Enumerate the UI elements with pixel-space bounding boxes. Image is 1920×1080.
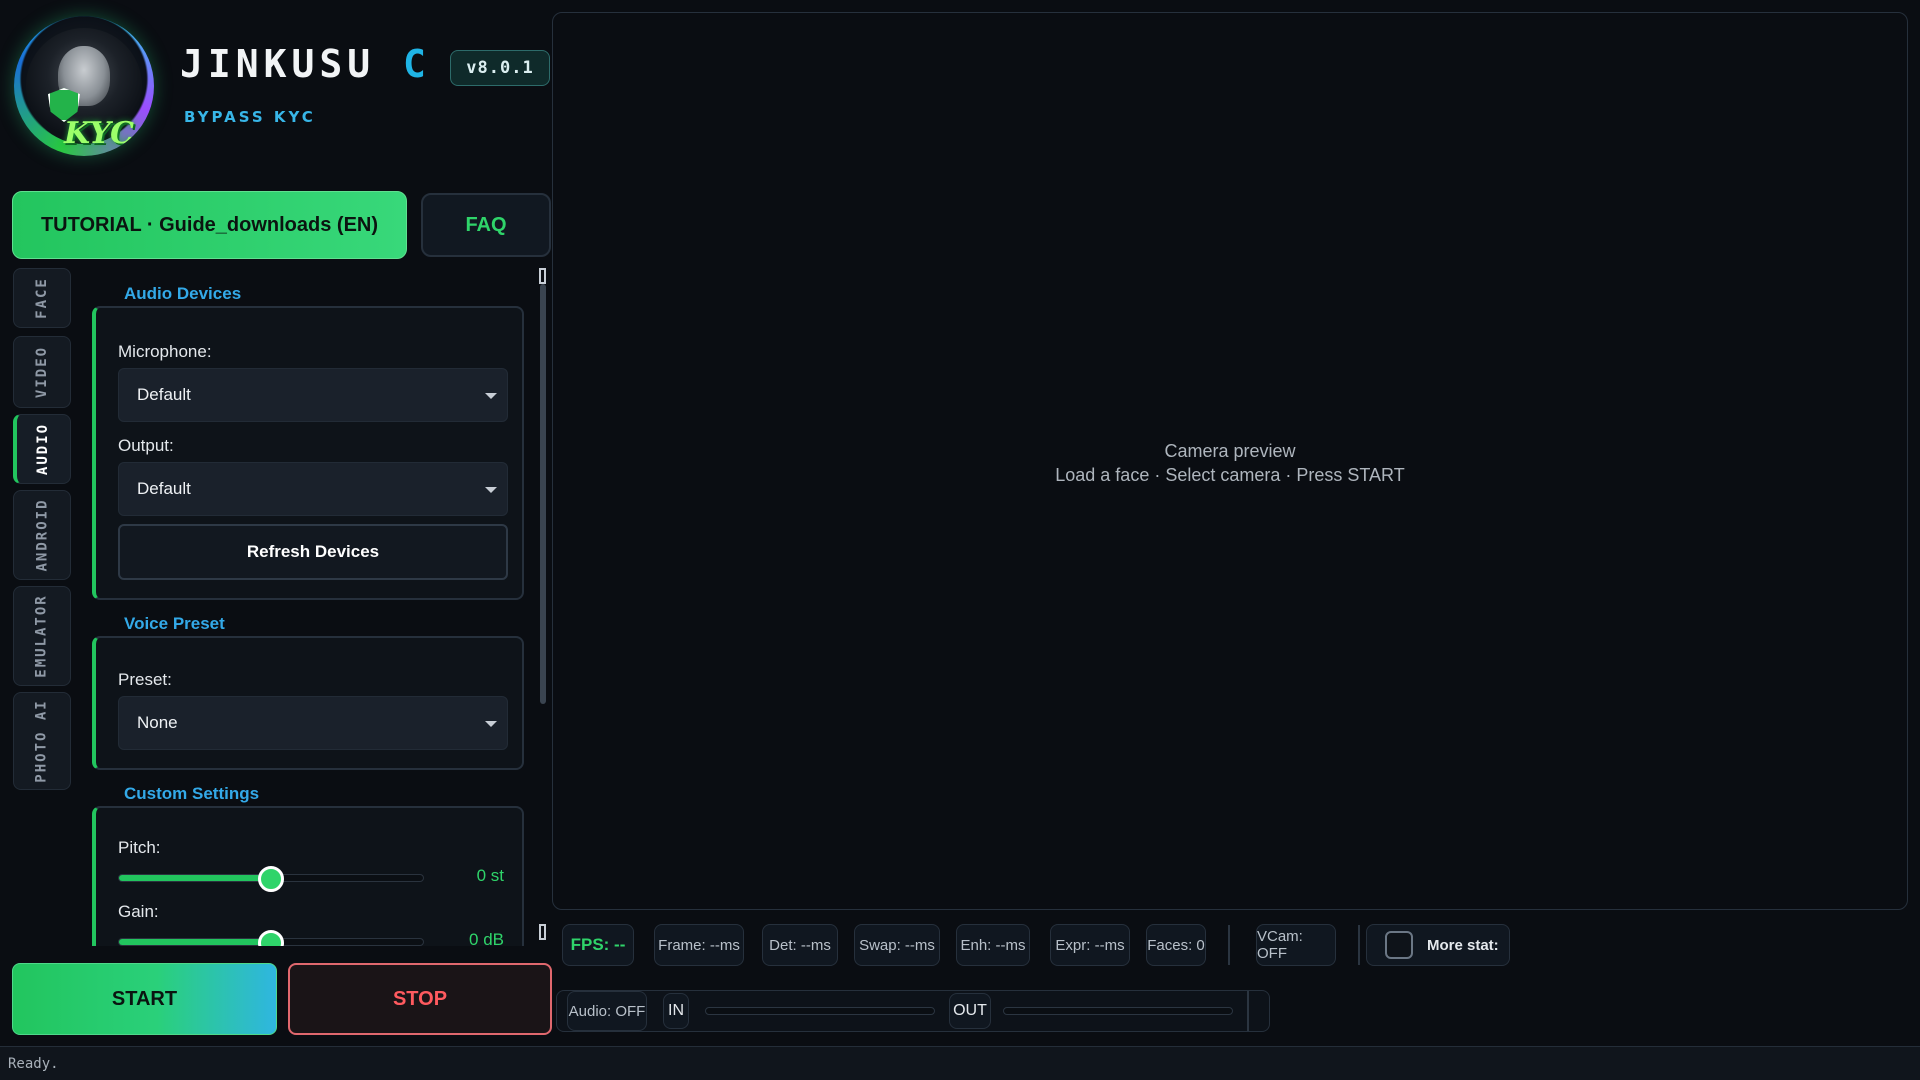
voice-preset-card: Preset: None bbox=[92, 636, 524, 770]
audio-devices-title: Audio Devices bbox=[124, 284, 242, 303]
app-subtitle: BYPASS KYC bbox=[184, 108, 316, 126]
stats-separator bbox=[1228, 925, 1230, 965]
app-title-accent: C/ bbox=[403, 42, 432, 86]
logo-kyc-text: KYC bbox=[64, 116, 135, 151]
tab-face-label: FACE bbox=[34, 277, 50, 319]
audio-meter-bar: Audio: OFF IN OUT bbox=[556, 990, 1270, 1032]
tab-video-label: VIDEO bbox=[34, 345, 50, 399]
app-window: KYC JINKUSU C/ BYPASS KYC v8.0.1 TUTORIA… bbox=[0, 0, 1920, 1080]
tab-android-label: ANDROID bbox=[34, 498, 51, 572]
faq-button[interactable]: FAQ bbox=[421, 193, 551, 257]
pitch-value: 0 st bbox=[476, 866, 504, 885]
gain-value: 0 dB bbox=[469, 930, 504, 946]
stop-button[interactable]: STOP bbox=[288, 963, 552, 1035]
microphone-select-value: Default bbox=[137, 385, 191, 404]
tutorial-button[interactable]: TUTORIAL · Guide_downloads (EN) bbox=[12, 191, 407, 259]
det-stat: Det: --ms bbox=[762, 924, 838, 966]
swap-stat: Swap: --ms bbox=[854, 924, 940, 966]
status-text: Ready. bbox=[8, 1055, 59, 1072]
microphone-select[interactable]: Default bbox=[118, 368, 508, 422]
audio-separator bbox=[1247, 991, 1249, 1031]
pitch-label: Pitch: bbox=[118, 838, 161, 857]
audio-devices-card: Microphone: Default Output: Default Refr… bbox=[92, 306, 524, 600]
faces-stat: Faces: 0 bbox=[1146, 924, 1206, 966]
tab-audio-label: AUDIO bbox=[35, 422, 52, 476]
preset-select[interactable]: None bbox=[118, 696, 508, 750]
version-badge: v8.0.1 bbox=[450, 50, 550, 86]
tab-video[interactable]: VIDEO bbox=[13, 336, 71, 408]
custom-settings-card: Pitch: 0 st Gain: 0 dB bbox=[92, 806, 524, 946]
tab-photo-ai[interactable]: PHOTO AI bbox=[13, 692, 71, 790]
logo: KYC bbox=[14, 16, 154, 156]
out-label: OUT bbox=[949, 993, 991, 1029]
scrollbar-thumb[interactable] bbox=[540, 284, 546, 704]
preset-select-value: None bbox=[137, 713, 178, 732]
refresh-devices-button[interactable]: Refresh Devices bbox=[118, 524, 508, 580]
tab-emulator-label: EMULATOR bbox=[34, 594, 50, 678]
scrollbar-top-cap[interactable] bbox=[539, 268, 546, 284]
enh-stat: Enh: --ms bbox=[956, 924, 1030, 966]
pitch-slider[interactable] bbox=[118, 866, 424, 892]
status-bar: Ready. bbox=[0, 1046, 1920, 1080]
output-select-value: Default bbox=[137, 479, 191, 498]
tab-emulator[interactable]: EMULATOR bbox=[13, 586, 71, 686]
more-stats-label: More stat: bbox=[1427, 936, 1499, 954]
gain-slider-handle[interactable] bbox=[258, 930, 284, 946]
pitch-slider-handle[interactable] bbox=[258, 866, 284, 892]
frame-stat: Frame: --ms bbox=[654, 924, 744, 966]
tab-android[interactable]: ANDROID bbox=[13, 490, 71, 580]
output-level-meter bbox=[1003, 1007, 1233, 1015]
custom-settings-title: Custom Settings bbox=[124, 784, 260, 803]
chevron-down-icon bbox=[485, 487, 497, 493]
camera-preview-hint: Load a face · Select camera · Press STAR… bbox=[1055, 465, 1405, 485]
pitch-slider-fill bbox=[119, 875, 271, 881]
tab-face[interactable]: FACE bbox=[13, 268, 71, 328]
start-button[interactable]: START bbox=[12, 963, 277, 1035]
gain-slider[interactable] bbox=[118, 930, 424, 946]
output-select[interactable]: Default bbox=[118, 462, 508, 516]
more-stats-toggle[interactable]: More stat: bbox=[1366, 924, 1510, 966]
microphone-label: Microphone: bbox=[118, 342, 212, 361]
vcam-stat: VCam: OFF bbox=[1256, 924, 1336, 966]
app-title-main: JINKUSU bbox=[180, 42, 376, 86]
audio-status: Audio: OFF bbox=[567, 991, 647, 1031]
expr-stat: Expr: --ms bbox=[1050, 924, 1130, 966]
tab-photo-ai-label: PHOTO AI bbox=[34, 699, 50, 783]
camera-preview: Camera preview Load a face · Select came… bbox=[552, 12, 1908, 910]
fps-stat: FPS: -- bbox=[562, 924, 634, 966]
more-stats-checkbox[interactable] bbox=[1385, 931, 1413, 959]
chevron-down-icon bbox=[485, 721, 497, 727]
left-panel: KYC JINKUSU C/ BYPASS KYC v8.0.1 TUTORIA… bbox=[0, 0, 552, 1046]
output-label: Output: bbox=[118, 436, 174, 455]
audio-settings-panel: Audio Devices Microphone: Default Output… bbox=[90, 276, 530, 946]
app-title: JINKUSU C/ bbox=[180, 42, 432, 86]
chevron-down-icon bbox=[485, 393, 497, 399]
preset-label: Preset: bbox=[118, 670, 172, 689]
tab-audio[interactable]: AUDIO bbox=[13, 414, 71, 484]
voice-preset-title: Voice Preset bbox=[124, 614, 225, 633]
in-label: IN bbox=[663, 993, 689, 1029]
stats-separator bbox=[1358, 925, 1360, 965]
input-level-meter bbox=[705, 1007, 935, 1015]
camera-preview-title: Camera preview bbox=[1164, 441, 1296, 461]
gain-label: Gain: bbox=[118, 902, 159, 921]
gain-slider-fill bbox=[119, 939, 271, 945]
settings-scrollbar[interactable] bbox=[539, 284, 547, 924]
scrollbar-bottom-cap[interactable] bbox=[539, 924, 546, 940]
